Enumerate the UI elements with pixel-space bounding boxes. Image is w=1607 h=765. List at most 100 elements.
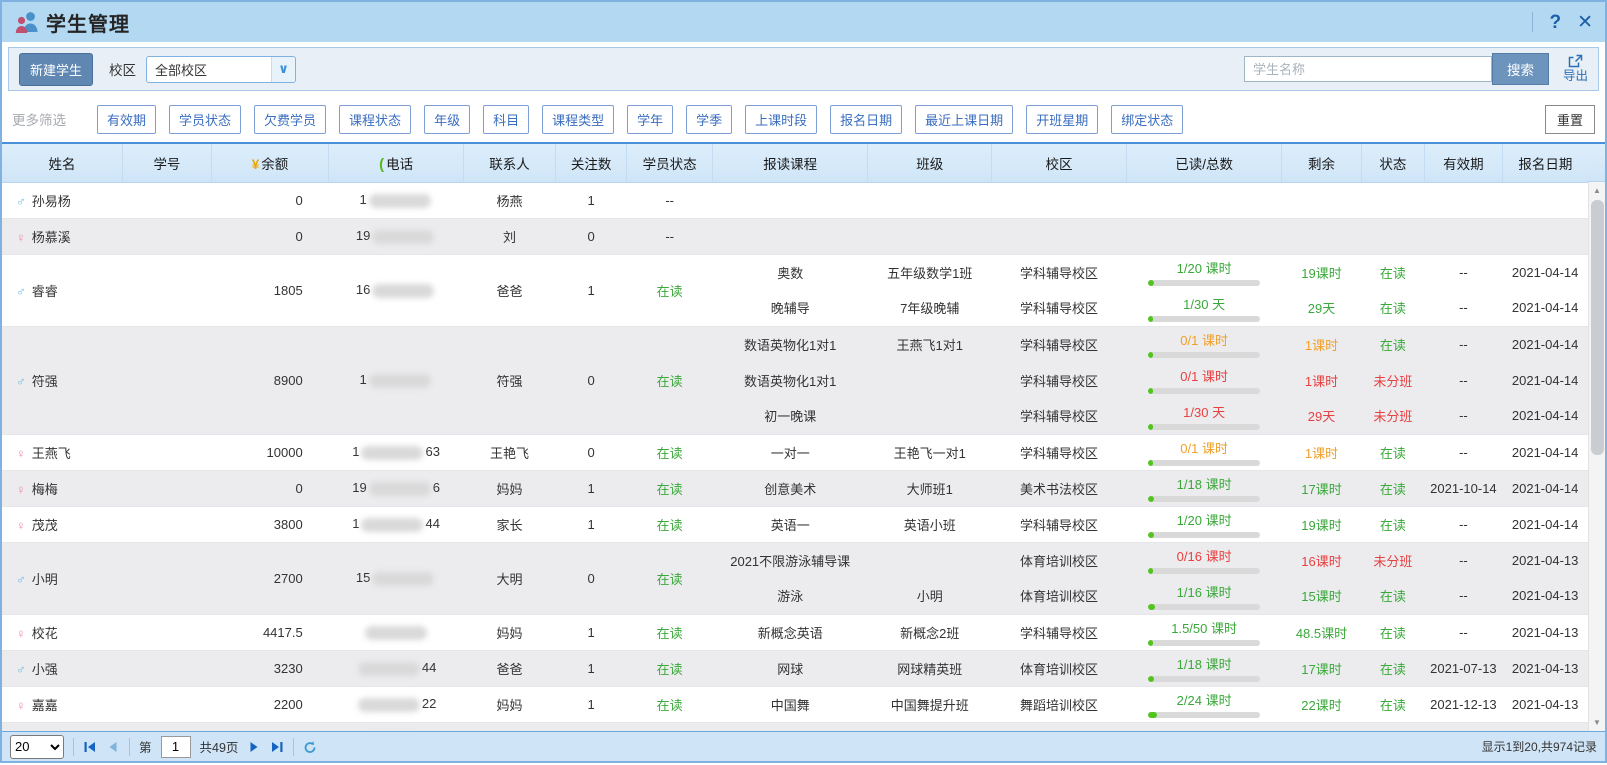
table-row[interactable]: ♀茂茂3800144家长1在读英语一英语小班学科辅导校区1/20 课时19课时在… xyxy=(2,506,1588,542)
filter-button-4[interactable]: 年级 xyxy=(424,105,470,134)
new-student-button[interactable]: 新建学生 xyxy=(19,53,93,86)
scrollbar-thumb[interactable] xyxy=(1591,200,1604,455)
header-balance[interactable]: ¥余额 xyxy=(211,144,328,182)
status-cell: 在读 xyxy=(1361,254,1424,290)
header-status[interactable]: 状态 xyxy=(1361,144,1424,182)
student-id-cell xyxy=(123,686,212,722)
header-course[interactable]: 报读课程 xyxy=(712,144,867,182)
valid-until-cell: 2021-07-13 xyxy=(1425,650,1503,686)
filter-button-13[interactable]: 绑定状态 xyxy=(1111,105,1183,134)
filter-button-11[interactable]: 最近上课日期 xyxy=(915,105,1013,134)
course-cell: 中国舞 xyxy=(712,686,867,722)
search-input[interactable] xyxy=(1244,56,1492,82)
phone-cell: 16 xyxy=(329,254,464,326)
remaining-cell: 29天 xyxy=(1282,290,1361,326)
campus-cell: 体育培训校区 xyxy=(992,578,1127,614)
student-name: 茂茂 xyxy=(32,518,58,533)
header-follows[interactable]: 关注数 xyxy=(555,144,626,182)
filter-button-9[interactable]: 上课时段 xyxy=(745,105,817,134)
campus-cell xyxy=(992,218,1127,254)
follows-cell: 0 xyxy=(555,542,626,614)
phone-cell: 44 xyxy=(329,650,464,686)
table-row[interactable]: ♀杨慕溪019刘0-- xyxy=(2,218,1588,254)
progress-cell: 1/18 课时 xyxy=(1126,650,1281,686)
scroll-down-icon[interactable]: ▼ xyxy=(1589,714,1605,731)
scroll-up-icon[interactable]: ▲ xyxy=(1589,182,1605,199)
filter-row: 更多筛选 有效期学员状态欠费学员课程状态年级科目课程类型学年学季上课时段报名日期… xyxy=(2,96,1605,142)
table-row[interactable]: ♂睿睿180516爸爸1在读奥数五年级数学1班学科辅导校区1/20 课时19课时… xyxy=(2,254,1588,290)
filter-button-6[interactable]: 课程类型 xyxy=(542,105,614,134)
table-row[interactable]: ♂孙易杨01杨燕1-- xyxy=(2,182,1588,218)
table-row[interactable]: ♀樱木0192家长0 xyxy=(2,722,1588,731)
filter-button-12[interactable]: 开班星期 xyxy=(1026,105,1098,134)
follows-cell: 1 xyxy=(555,254,626,326)
table-row[interactable]: ♂小明270015大明0在读2021不限游泳辅导课体育培训校区0/16 课时16… xyxy=(2,542,1588,578)
student-grid: 姓名 学号 ¥余额 (电话 联系人 关注数 学员状态 报读课程 班级 校区 已读… xyxy=(2,142,1605,731)
reg-date-cell: 2021-04-13 xyxy=(1502,650,1588,686)
table-row[interactable]: ♂小强323044爸爸1在读网球网球精英班体育培训校区1/18 课时17课时在读… xyxy=(2,650,1588,686)
header-name[interactable]: 姓名 xyxy=(2,144,123,182)
search-button[interactable]: 搜索 xyxy=(1492,53,1549,85)
status-cell xyxy=(1361,722,1424,731)
table-row[interactable]: ♀校花4417.5妈妈1在读新概念英语新概念2班学科辅导校区1.5/50 课时4… xyxy=(2,614,1588,650)
phone-cell: 196 xyxy=(329,470,464,506)
header-contact[interactable]: 联系人 xyxy=(464,144,556,182)
prev-page-icon[interactable] xyxy=(106,740,120,754)
page-number-input[interactable] xyxy=(161,736,191,758)
header-valid[interactable]: 有效期 xyxy=(1425,144,1503,182)
filter-button-3[interactable]: 课程状态 xyxy=(339,105,411,134)
phone-cell: 163 xyxy=(329,434,464,470)
vertical-scrollbar[interactable]: ▲ ▼ xyxy=(1588,182,1605,731)
last-page-icon[interactable] xyxy=(270,740,284,754)
next-page-icon[interactable] xyxy=(247,740,261,754)
filter-button-0[interactable]: 有效期 xyxy=(97,105,156,134)
campus-cell: 学科辅导校区 xyxy=(992,254,1127,290)
header-remaining[interactable]: 剩余 xyxy=(1282,144,1361,182)
export-button[interactable]: 导出 xyxy=(1563,54,1588,84)
table-row[interactable]: ♂符强89001符强0在读数语英物化1对1王燕飞1对1学科辅导校区0/1 课时1… xyxy=(2,326,1588,362)
filter-button-10[interactable]: 报名日期 xyxy=(830,105,902,134)
filter-button-7[interactable]: 学年 xyxy=(627,105,673,134)
table-row[interactable]: ♀嘉嘉220022妈妈1在读中国舞中国舞提升班舞蹈培训校区2/24 课时22课时… xyxy=(2,686,1588,722)
valid-until-cell: -- xyxy=(1425,578,1503,614)
header-campus[interactable]: 校区 xyxy=(992,144,1127,182)
name-cell: ♂小明 xyxy=(2,542,123,614)
male-icon: ♂ xyxy=(16,284,26,299)
header-phone[interactable]: (电话 xyxy=(329,144,464,182)
first-page-icon[interactable] xyxy=(83,740,97,754)
contact-cell: 家长 xyxy=(464,722,556,731)
filter-buttons-container: 有效期学员状态欠费学员课程状态年级科目课程类型学年学季上课时段报名日期最近上课日… xyxy=(97,105,1183,134)
table-row[interactable]: ♀王燕飞10000163王艳飞0在读一对一王艳飞一对1学科辅导校区0/1 课时1… xyxy=(2,434,1588,470)
follows-cell: 0 xyxy=(555,722,626,731)
progress-cell xyxy=(1126,182,1281,218)
progress-text: 1/18 课时 xyxy=(1126,474,1281,493)
pager-divider xyxy=(73,738,74,756)
reg-date-cell: 2021-04-14 xyxy=(1502,434,1588,470)
contact-cell: 妈妈 xyxy=(464,614,556,650)
progress-text: 1/16 课时 xyxy=(1126,582,1281,601)
filter-button-8[interactable]: 学季 xyxy=(686,105,732,134)
header-reg-date[interactable]: 报名日期 xyxy=(1502,144,1588,182)
refresh-icon[interactable] xyxy=(303,740,317,754)
progress-bar xyxy=(1148,352,1260,358)
female-icon: ♀ xyxy=(16,626,26,641)
status-cell: 在读 xyxy=(1361,686,1424,722)
header-student-id[interactable]: 学号 xyxy=(123,144,212,182)
header-progress[interactable]: 已读/总数 xyxy=(1126,144,1281,182)
student-status-cell: -- xyxy=(627,218,713,254)
close-icon[interactable]: ✕ xyxy=(1577,13,1593,32)
help-icon[interactable]: ? xyxy=(1549,13,1561,32)
page-size-select[interactable]: 20 xyxy=(10,735,64,759)
campus-cell: 体育培训校区 xyxy=(992,542,1127,578)
campus-select[interactable]: 全部校区 ∨ xyxy=(146,56,296,83)
filter-button-5[interactable]: 科目 xyxy=(483,105,529,134)
reset-button[interactable]: 重置 xyxy=(1545,105,1595,134)
filter-button-2[interactable]: 欠费学员 xyxy=(254,105,326,134)
table-row[interactable]: ♀梅梅0196妈妈1在读创意美术大师班1美术书法校区1/18 课时17课时在读2… xyxy=(2,470,1588,506)
class-cell xyxy=(868,182,992,218)
contact-cell: 家长 xyxy=(464,506,556,542)
filter-button-1[interactable]: 学员状态 xyxy=(169,105,241,134)
header-student-status[interactable]: 学员状态 xyxy=(627,144,713,182)
header-class[interactable]: 班级 xyxy=(868,144,992,182)
contact-cell: 爸爸 xyxy=(464,254,556,326)
